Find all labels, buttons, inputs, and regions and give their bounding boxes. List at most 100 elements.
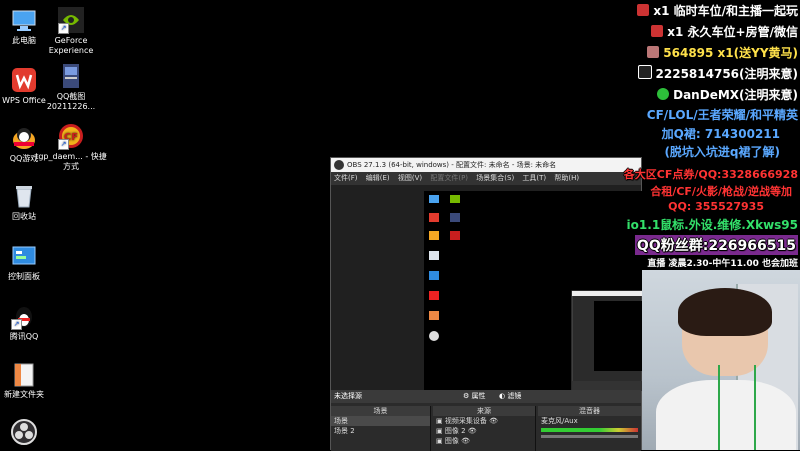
desktop-icon-label: tgp_daem... - 快捷方式 <box>35 152 107 171</box>
sources-dock: 来源 ▣ 视频采集设备 👁 ▣ 图像 2 👁 ▣ 图像 👁 <box>433 406 536 451</box>
source-item[interactable]: ▣ 图像 2 👁 <box>433 426 535 436</box>
source-label: 图像 <box>444 437 459 445</box>
obs-docks: 场景 场景 场景 2 来源 ▣ 视频采集设备 👁 ▣ 图像 2 👁 ▣ 图像 👁… <box>331 406 641 451</box>
desktop-icon-label: 腾讯QQ <box>9 332 39 341</box>
menu-scene-collection[interactable]: 场景集合(S) <box>473 172 517 185</box>
owl-icon <box>647 46 660 58</box>
overlay-text: x1 临时车位/和主播一起玩 <box>653 4 798 18</box>
car-icon <box>637 4 650 16</box>
overlay-text: x1 永久车位+房管/微信 <box>667 25 798 39</box>
overlay-line: 加Q裙: 714300211 <box>661 127 780 141</box>
overlay-line: (脱坑入坑进q裙了解) <box>664 145 780 159</box>
obs-window[interactable]: OBS 27.1.3 (64-bit, windows) - 配置文件: 未命名… <box>330 157 643 451</box>
webcam-person-shirt <box>656 380 796 450</box>
desktop-icon-label: QQ游戏 <box>9 154 39 163</box>
desktop-icon-screenshot[interactable]: QQ截图 20211226... <box>35 62 107 112</box>
eye-icon[interactable]: 👁 <box>461 437 470 445</box>
desktop-icon-qq[interactable]: ↗ 腾讯QQ <box>0 302 60 342</box>
source-item[interactable]: ▣ 图像 👁 <box>433 436 535 446</box>
wechat-icon <box>657 88 670 100</box>
menu-help[interactable]: 帮助(H) <box>551 172 582 185</box>
overlay-line: 2225814756(注明来意) <box>637 65 798 82</box>
desktop-icon-label: QQ截图 20211226... <box>46 92 96 111</box>
wps-icon <box>10 66 38 94</box>
qq-penguin-icon <box>637 65 652 79</box>
overlay-line: 合租/CF/火影/枪战/逆战等加 <box>650 185 792 198</box>
scenes-header: 场景 <box>331 406 430 416</box>
menu-profile[interactable]: 配置文件(P) <box>427 172 471 185</box>
recycle-bin-icon <box>10 182 38 210</box>
image-file-icon <box>57 62 85 90</box>
desktop-icon-new-folder[interactable]: 新建文件夹 <box>0 360 60 400</box>
menu-file[interactable]: 文件(F) <box>331 172 361 185</box>
folder-icon <box>10 360 38 388</box>
scene-item[interactable]: 场景 <box>331 416 430 426</box>
overlay-text: DanDeMX(注明来意) <box>673 88 798 102</box>
recursive-desktop-preview <box>429 195 643 392</box>
car-icon <box>651 25 664 37</box>
source-label: 图像 2 <box>444 427 466 435</box>
source-label: 视频采集设备 <box>444 417 487 425</box>
desktop-icon-label: 新建文件夹 <box>4 390 44 399</box>
sources-header: 来源 <box>433 406 535 416</box>
audio-meter <box>541 428 638 432</box>
filters-button[interactable]: ◐ 滤镜 <box>499 390 521 403</box>
overlay-line: CF/LOL/王者荣耀/和平精英 <box>646 108 798 122</box>
qq-game-icon <box>10 124 38 152</box>
volume-slider[interactable] <box>541 435 638 438</box>
overlay-schedule: 直播 凌晨2.30-中午11.00 也会加班 <box>647 259 798 269</box>
overlay-line: x1 临时车位/和主播一起玩 <box>637 2 798 19</box>
overlay-line: QQ: 355527935 <box>668 200 764 213</box>
overlay-line: DanDeMX(注明来意) <box>657 86 798 103</box>
qq-icon: ↗ <box>10 302 38 330</box>
obs-logo-icon <box>334 160 344 170</box>
desktop-icon-label: 此电脑 <box>12 36 36 45</box>
eye-icon[interactable]: 👁 <box>468 427 477 435</box>
control-panel-icon <box>10 242 38 270</box>
obs-icon <box>10 418 38 446</box>
properties-button[interactable]: ⚙ 属性 <box>463 390 486 403</box>
menu-edit[interactable]: 编辑(E) <box>363 172 393 185</box>
desktop-icon-control-panel[interactable]: 控制面板 <box>0 242 60 282</box>
webcam-feed <box>642 270 800 450</box>
overlay-text: 2225814756(注明来意) <box>655 67 798 81</box>
menu-tools[interactable]: 工具(T) <box>519 172 549 185</box>
desktop-icon-label: 控制面板 <box>8 272 40 281</box>
desktop-icon-recycle-bin[interactable]: 回收站 <box>0 182 60 222</box>
shortcut-arrow-icon: ↗ <box>58 139 69 150</box>
scenes-dock: 场景 场景 场景 2 <box>331 406 431 451</box>
obs-menu-bar: 文件(F) 编辑(E) 视图(V) 配置文件(P) 场景集合(S) 工具(T) … <box>331 172 641 185</box>
cf-icon: CF ↗ <box>57 122 85 150</box>
desktop-icon-label: GeForce Experience <box>48 36 94 55</box>
mixer-header: 混音器 <box>538 406 641 416</box>
computer-icon <box>10 6 38 34</box>
desktop-icon-tgp[interactable]: CF ↗ tgp_daem... - 快捷方式 <box>35 122 107 172</box>
overlay-line: 各大区CF点券/QQ:3328666928 <box>623 168 798 181</box>
obs-title-bar[interactable]: OBS 27.1.3 (64-bit, windows) - 配置文件: 未命名… <box>331 158 641 172</box>
source-toolbar: 未选择源 ⚙ 属性 ◐ 滤镜 <box>331 390 641 403</box>
scene-item[interactable]: 场景 2 <box>331 426 430 436</box>
source-item[interactable]: ▣ 视频采集设备 👁 <box>433 416 535 426</box>
eye-icon[interactable]: 👁 <box>489 417 498 425</box>
overlay-line: 564895 x1(送YY黄马) <box>647 44 798 61</box>
earphone-wire <box>718 365 720 450</box>
filters-label: 滤镜 <box>507 392 522 400</box>
geforce-icon: ↗ <box>57 6 85 34</box>
overlay-line: x1 永久车位+房管/微信 <box>651 23 798 40</box>
earphone-wire <box>754 365 756 450</box>
desktop-icon-geforce[interactable]: ↗ GeForce Experience <box>35 6 107 56</box>
preview-canvas <box>424 191 643 392</box>
mixer-dock: 混音器 麦克风/Aux <box>538 406 641 451</box>
desktop-icon-obs[interactable] <box>0 418 60 448</box>
obs-preview[interactable] <box>331 185 643 393</box>
webcam-person-hair <box>678 288 772 336</box>
shortcut-arrow-icon: ↗ <box>11 319 22 330</box>
mixer-track-label: 麦克风/Aux <box>541 417 578 425</box>
menu-view[interactable]: 视图(V) <box>395 172 425 185</box>
obs-title: OBS 27.1.3 (64-bit, windows) - 配置文件: 未命名… <box>347 161 557 169</box>
overlay-fan-group: QQ粉丝群:226966515 <box>634 235 798 255</box>
no-source-label: 未选择源 <box>334 392 362 400</box>
overlay-line: io1.1鼠标.外设.维修.Xkws95 <box>626 218 798 232</box>
desktop-icon-label: 回收站 <box>12 212 36 221</box>
overlay-text: 564895 x1(送YY黄马) <box>663 46 798 60</box>
